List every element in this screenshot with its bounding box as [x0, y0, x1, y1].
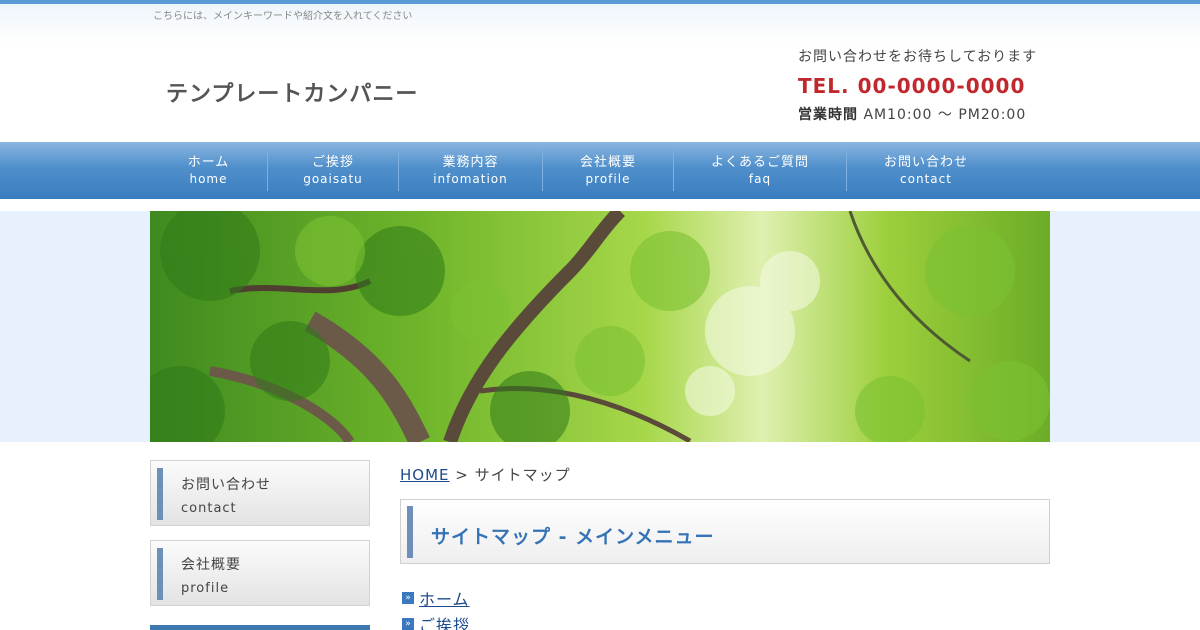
sidebar-accent-bar	[157, 468, 163, 520]
hours-label: 営業時間	[798, 107, 858, 123]
header-contact: お問い合わせをお待ちしております TEL. 00-0000-0000 営業時間 …	[798, 46, 1037, 124]
sidebar-next-box	[150, 625, 370, 630]
nav-sublabel: contact	[900, 171, 952, 186]
sidebar-item-profile[interactable]: 会社概要 profile	[150, 540, 370, 606]
nav-item-home[interactable]: ホーム home	[150, 142, 267, 199]
nav-label: ホーム	[187, 154, 230, 170]
sidebar-accent-bar	[157, 548, 163, 600]
business-hours: 営業時間 AM10:00 ～ PM20:00	[798, 104, 1037, 124]
sidebar-item-contact[interactable]: お問い合わせ contact	[150, 460, 370, 526]
sitemap-list-item: » ホーム	[402, 586, 470, 610]
nav-item-business[interactable]: 業務内容 infomation	[399, 142, 542, 199]
sidebar-item-label: 会社概要	[181, 557, 241, 573]
breadcrumb: HOME > サイトマップ	[400, 464, 571, 485]
nav-item-greeting[interactable]: ご挨拶 goaisatu	[268, 142, 398, 199]
nav-item-contact[interactable]: お問い合わせ contact	[847, 142, 1005, 199]
nav-sublabel: home	[189, 171, 228, 186]
nav-label: 業務内容	[442, 154, 499, 170]
breadcrumb-current: サイトマップ	[474, 466, 571, 484]
nav-label: 会社概要	[579, 154, 636, 170]
nav-label: よくあるご質問	[710, 154, 809, 170]
sidebar-item-sublabel: contact	[181, 501, 237, 516]
double-chevron-right-icon: »	[402, 618, 414, 630]
nav-sublabel: infomation	[433, 171, 508, 186]
nav-label: お問い合わせ	[883, 154, 968, 170]
breadcrumb-separator: >	[455, 466, 469, 484]
sitemap-list-item: » ご挨拶	[402, 612, 470, 630]
site-title[interactable]: テンプレートカンパニー	[166, 76, 418, 108]
tagline: こちらには、メインキーワードや紹介文を入れてください	[153, 11, 413, 22]
phone-number: TEL. 00-0000-0000	[798, 74, 1026, 98]
breadcrumb-home-link[interactable]: HOME	[400, 466, 450, 484]
nav-item-faq[interactable]: よくあるご質問 faq	[674, 142, 846, 199]
nav-sublabel: faq	[748, 171, 772, 186]
nav-sublabel: profile	[585, 171, 631, 186]
nav-item-profile[interactable]: 会社概要 profile	[543, 142, 673, 199]
sidebar-item-sublabel: profile	[181, 581, 230, 596]
hero-image-forest	[150, 211, 1050, 442]
sitemap-link-home[interactable]: ホーム	[419, 586, 470, 610]
heading-accent-bar	[407, 506, 413, 558]
sidebar-item-label: お問い合わせ	[181, 477, 271, 493]
nav-label: ご挨拶	[311, 154, 354, 170]
contact-message: お問い合わせをお待ちしております	[798, 49, 1038, 65]
hours-value: AM10:00 ～ PM20:00	[863, 107, 1027, 123]
page-title: サイトマップ - メインメニュー	[431, 526, 715, 548]
global-nav: ホーム home ご挨拶 goaisatu 業務内容 infomation 会社…	[0, 142, 1200, 199]
page-heading-box: サイトマップ - メインメニュー	[400, 499, 1050, 564]
sitemap-link-greeting[interactable]: ご挨拶	[419, 612, 470, 630]
double-chevron-right-icon: »	[402, 592, 414, 604]
nav-sublabel: goaisatu	[303, 171, 363, 186]
